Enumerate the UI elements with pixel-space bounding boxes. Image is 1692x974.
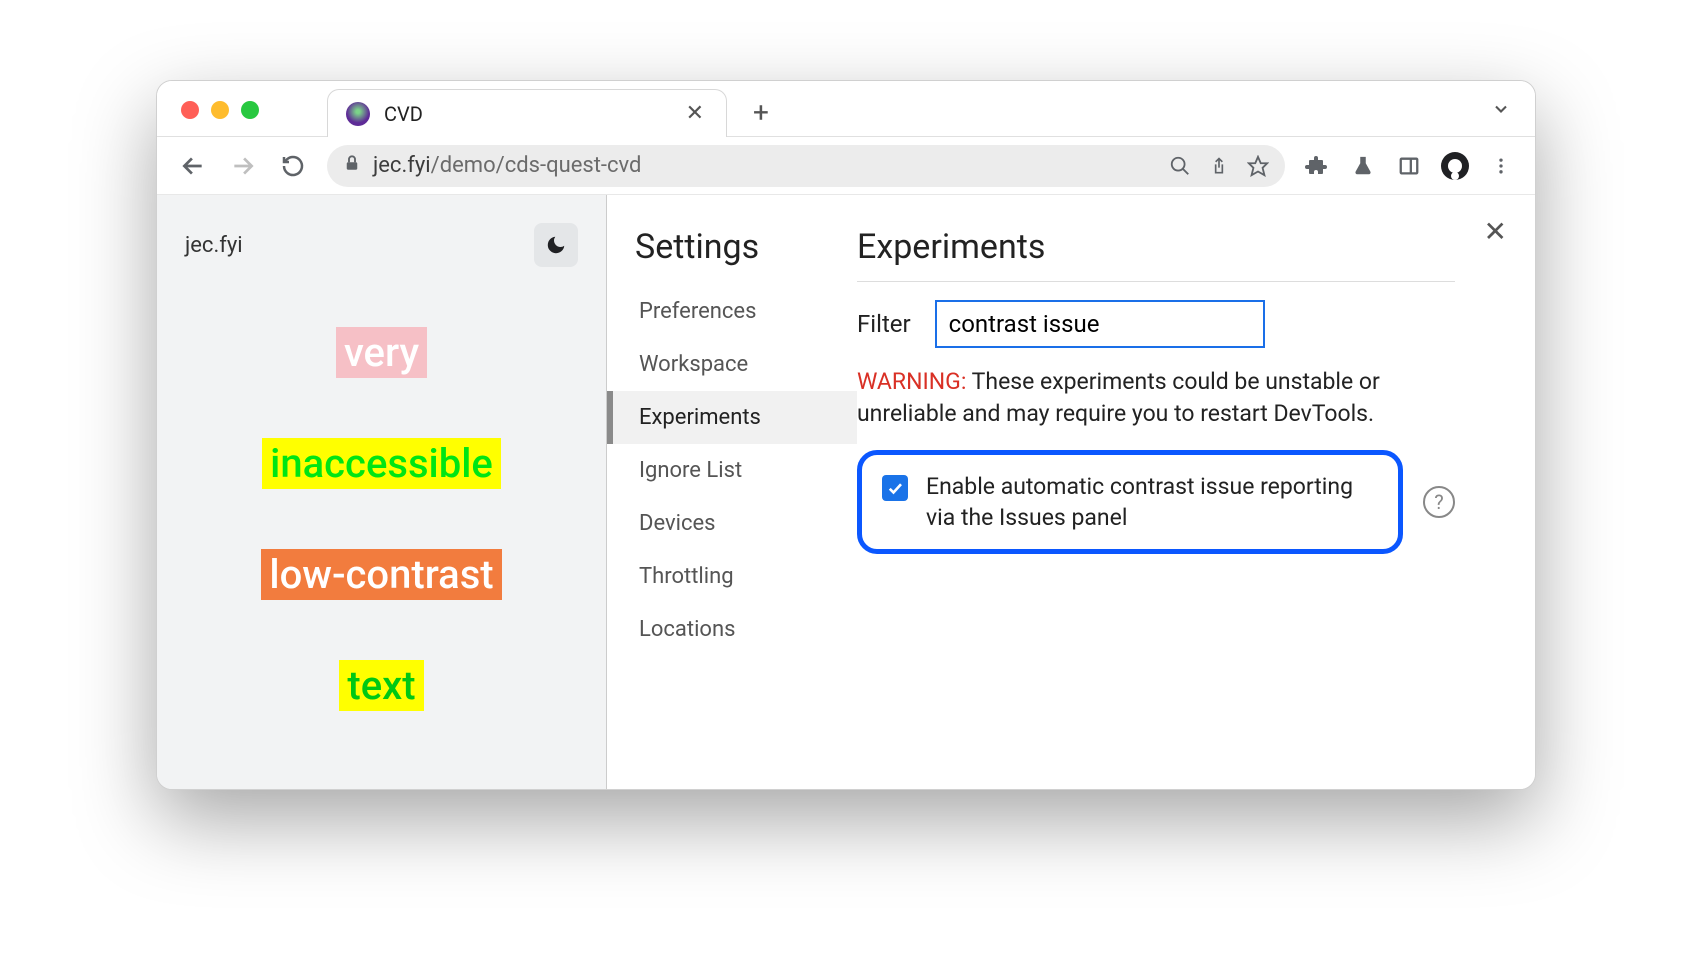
demo-word: low-contrast bbox=[261, 549, 501, 600]
reload-button[interactable] bbox=[277, 150, 309, 182]
settings-nav-ignore-list[interactable]: Ignore List bbox=[635, 444, 857, 497]
rendered-page: jec.fyi very inaccessible low-contrast t… bbox=[157, 195, 607, 789]
experiment-row: Enable automatic contrast issue reportin… bbox=[857, 450, 1403, 554]
demo-words: very inaccessible low-contrast text bbox=[185, 327, 578, 711]
demo-word: inaccessible bbox=[262, 438, 501, 489]
maximize-window-button[interactable] bbox=[241, 101, 259, 119]
favicon-icon bbox=[346, 102, 370, 126]
experiment-checkbox[interactable] bbox=[882, 475, 908, 501]
lock-icon bbox=[343, 154, 361, 177]
devtools-settings: ✕ Settings PreferencesWorkspaceExperimen… bbox=[607, 195, 1535, 789]
panel-title: Experiments bbox=[857, 227, 1455, 267]
demo-word: very bbox=[336, 327, 427, 378]
experiment-label: Enable automatic contrast issue reportin… bbox=[926, 471, 1378, 533]
help-icon[interactable]: ? bbox=[1423, 486, 1455, 518]
share-icon[interactable] bbox=[1209, 156, 1229, 176]
settings-nav-workspace[interactable]: Workspace bbox=[635, 338, 857, 391]
site-title: jec.fyi bbox=[185, 233, 243, 258]
settings-nav-preferences[interactable]: Preferences bbox=[635, 285, 857, 338]
minimize-window-button[interactable] bbox=[211, 101, 229, 119]
browser-tab[interactable]: CVD ✕ bbox=[327, 89, 727, 137]
experiments-warning: WARNING: These experiments could be unst… bbox=[857, 366, 1455, 430]
settings-nav-throttling[interactable]: Throttling bbox=[635, 550, 857, 603]
settings-nav-locations[interactable]: Locations bbox=[635, 603, 857, 656]
settings-main: Experiments Filter WARNING: These experi… bbox=[857, 195, 1535, 789]
side-panel-icon[interactable] bbox=[1395, 152, 1423, 180]
browser-menu-button[interactable] bbox=[1487, 152, 1515, 180]
filter-label: Filter bbox=[857, 310, 911, 338]
divider bbox=[857, 281, 1455, 282]
browser-window: CVD ✕ + jec.fyi/demo/cds-quest-cvd bbox=[156, 80, 1536, 790]
content-area: jec.fyi very inaccessible low-contrast t… bbox=[157, 195, 1535, 789]
close-tab-button[interactable]: ✕ bbox=[682, 101, 708, 126]
settings-nav-devices[interactable]: Devices bbox=[635, 497, 857, 550]
forward-button[interactable] bbox=[227, 150, 259, 182]
settings-sidebar: Settings PreferencesWorkspaceExperiments… bbox=[607, 195, 857, 789]
profile-avatar[interactable] bbox=[1441, 152, 1469, 180]
filter-row: Filter bbox=[857, 300, 1455, 348]
new-tab-button[interactable]: + bbox=[741, 92, 781, 132]
demo-word: text bbox=[339, 660, 423, 711]
address-bar[interactable]: jec.fyi/demo/cds-quest-cvd bbox=[327, 145, 1285, 187]
back-button[interactable] bbox=[177, 150, 209, 182]
settings-heading: Settings bbox=[635, 227, 857, 267]
extensions-icon[interactable] bbox=[1303, 152, 1331, 180]
theme-toggle-button[interactable] bbox=[534, 223, 578, 267]
browser-toolbar: jec.fyi/demo/cds-quest-cvd bbox=[157, 137, 1535, 195]
tabs-dropdown-button[interactable] bbox=[1491, 99, 1511, 124]
tab-title: CVD bbox=[384, 102, 668, 126]
toolbar-actions bbox=[1303, 152, 1515, 180]
bookmark-star-icon[interactable] bbox=[1247, 155, 1269, 177]
window-controls bbox=[181, 101, 259, 119]
settings-nav-experiments[interactable]: Experiments bbox=[607, 391, 857, 444]
close-settings-button[interactable]: ✕ bbox=[1484, 215, 1507, 248]
tab-strip: CVD ✕ + bbox=[157, 81, 1535, 137]
labs-icon[interactable] bbox=[1349, 152, 1377, 180]
filter-input[interactable] bbox=[935, 300, 1265, 348]
close-window-button[interactable] bbox=[181, 101, 199, 119]
zoom-icon[interactable] bbox=[1169, 155, 1191, 177]
url-text: jec.fyi/demo/cds-quest-cvd bbox=[373, 153, 641, 178]
